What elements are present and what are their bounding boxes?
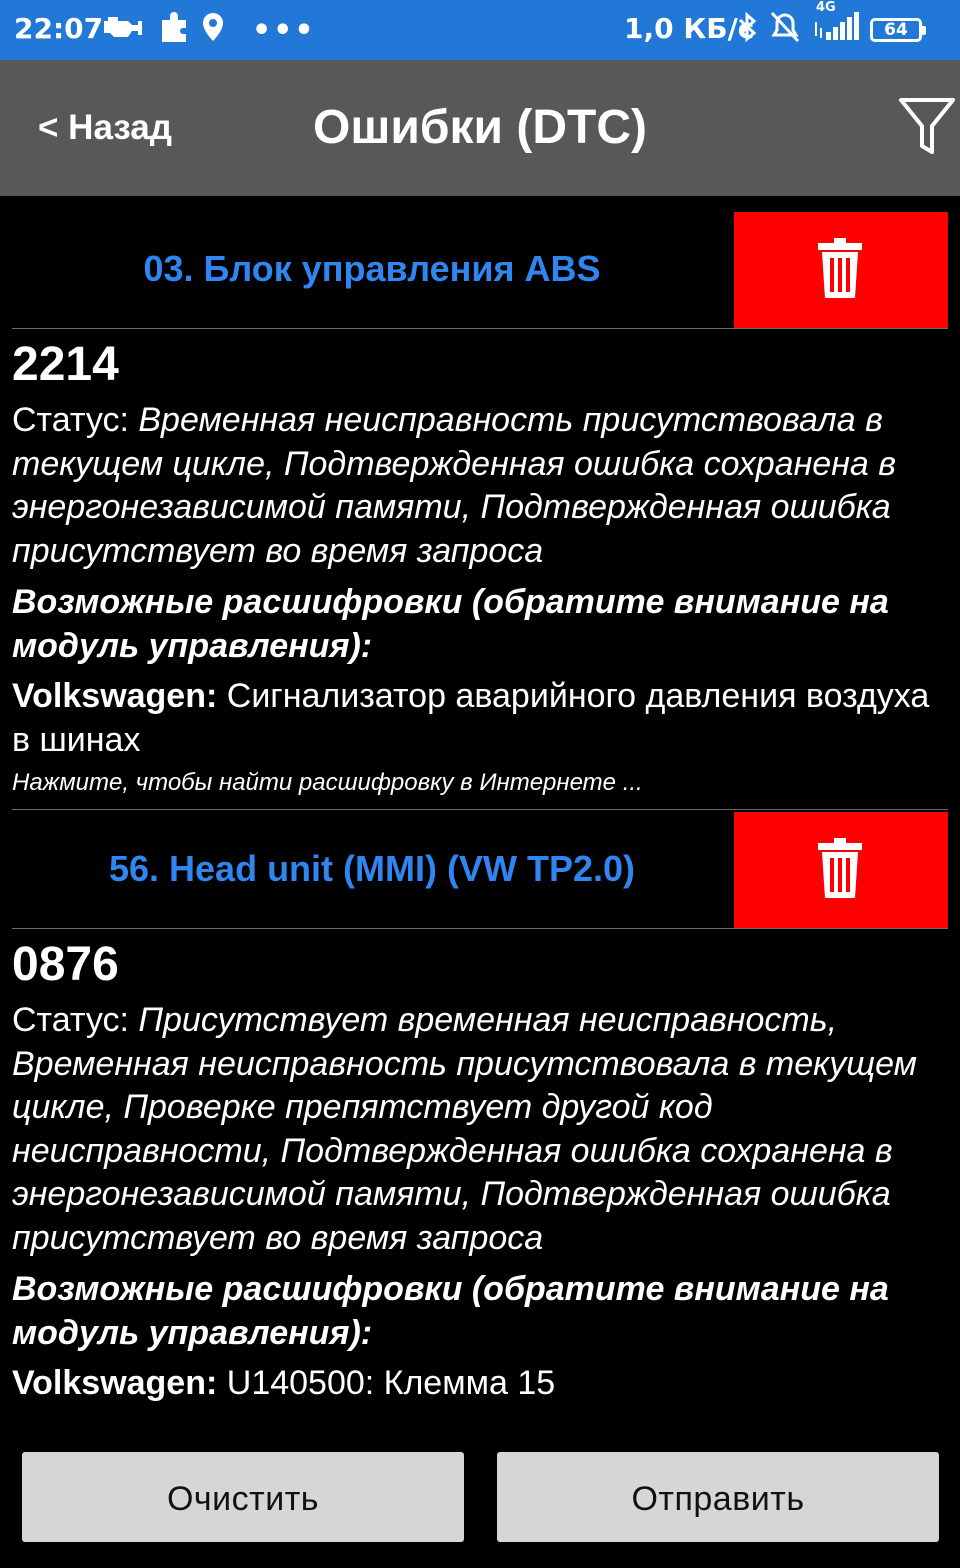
network-type: 4G	[816, 0, 836, 15]
status-label: Статус:	[12, 1001, 139, 1039]
delete-button[interactable]	[734, 212, 948, 328]
more-dots-icon: •••	[252, 12, 316, 48]
decode-brand: Volkswagen:	[12, 677, 218, 715]
decode-title: Возможные расшифровки (обратите внимание…	[12, 583, 889, 665]
location-pin-icon	[202, 12, 224, 49]
signal-icon: 4G	[812, 0, 860, 49]
module-name[interactable]: 56. Head unit (MMI) (VW TP2.0)	[12, 848, 732, 890]
title-bar: < Назад Ошибки (DTC)	[0, 60, 960, 196]
send-button[interactable]: Отправить	[497, 1452, 939, 1542]
divider	[12, 809, 948, 810]
delete-button[interactable]	[734, 812, 948, 928]
module-header: 03. Блок управления ABS	[12, 212, 948, 329]
dtc-status: Статус: Присутствует временная неисправн…	[12, 999, 932, 1260]
module-name[interactable]: 03. Блок управления ABS	[12, 248, 732, 290]
battery-icon: 64	[870, 18, 926, 42]
status-icons-right: 4G 64	[736, 0, 926, 50]
decode-title: Возможные расшифровки (обратите внимание…	[12, 1270, 889, 1352]
clear-button[interactable]: Очистить	[22, 1452, 464, 1542]
status-text: Присутствует временная неисправность, Вр…	[12, 1001, 917, 1257]
filter-icon[interactable]	[898, 96, 956, 156]
engine-check-icon	[100, 13, 146, 48]
network-speed: 1,0 КБ/с	[624, 12, 755, 45]
status-bar: 22:07 ••• 1,0 КБ/с 4G 64	[0, 0, 960, 60]
status-text: Временная неисправность присутствовала в…	[12, 401, 896, 570]
decode-text: U140500: Клемма 15	[217, 1364, 556, 1402]
page-title: Ошибки (DTC)	[313, 101, 647, 154]
dtc-status: Статус: Временная неисправность присутст…	[12, 399, 932, 573]
dtc-code: 2214	[12, 338, 119, 391]
dtc-code: 0876	[12, 938, 119, 991]
search-online-link[interactable]: Нажмите, чтобы найти расшифровку в Интер…	[12, 769, 643, 797]
bluetooth-icon	[736, 11, 758, 50]
status-time: 22:07	[14, 12, 104, 45]
decode-entry: Volkswagen: Сигнализатор аварийного давл…	[12, 675, 932, 762]
status-label: Статус:	[12, 401, 139, 439]
decode-entry: Volkswagen: U140500: Клемма 15	[12, 1362, 932, 1406]
module-header: 56. Head unit (MMI) (VW TP2.0)	[12, 812, 948, 929]
status-icons-left: •••	[100, 11, 316, 49]
puzzle-icon	[160, 11, 188, 49]
alarm-off-icon	[768, 11, 802, 50]
decode-brand: Volkswagen:	[12, 1364, 218, 1402]
